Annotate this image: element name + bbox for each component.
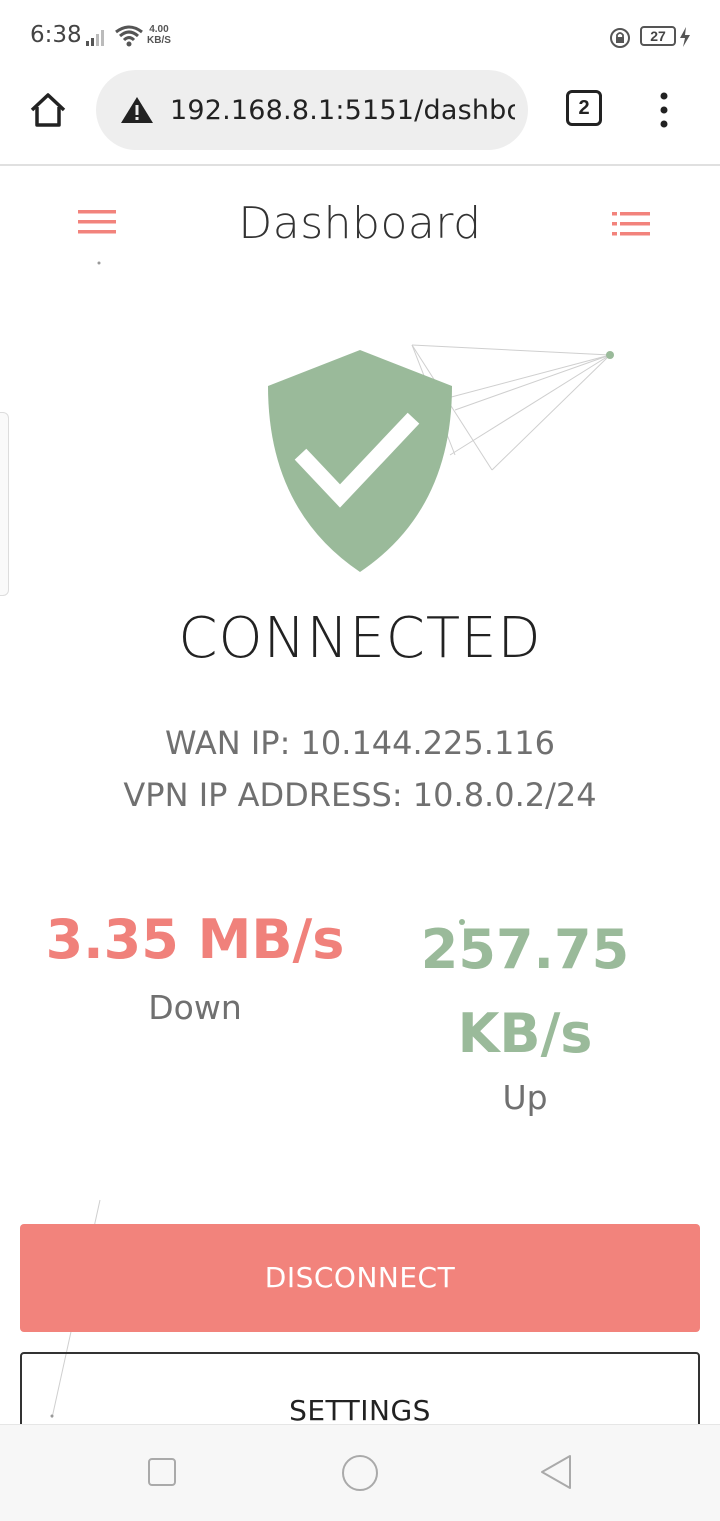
charging-icon [680,27,690,47]
recents-icon[interactable] [148,1458,176,1486]
network-speed-unit: KB/S [147,35,171,46]
status-bar: 6:38 4.00 KB/S 27 [0,0,720,72]
network-speed-value: 4.00 [149,24,169,35]
system-nav-bar [0,1424,720,1521]
side-handle[interactable] [0,412,9,596]
disconnect-button[interactable]: DISCONNECT [20,1224,700,1332]
upload-speed: 257.75 KB/s [420,918,630,1065]
more-vert-icon[interactable] [652,90,676,130]
home-icon[interactable] [28,90,68,130]
warning-icon[interactable] [120,96,154,124]
wan-ip: WAN IP: 10.144.225.116 [164,724,556,762]
list-icon[interactable] [612,212,650,236]
signal-icon [86,30,104,46]
url-text[interactable]: 192.168.8.1:5151/dashboard [170,95,515,126]
address-bar[interactable]: 192.168.8.1:5151/dashboard [96,70,528,150]
shield-check-icon [268,350,452,572]
home-circle-icon[interactable] [342,1455,378,1491]
connection-status: CONNECTED [178,606,542,671]
download-speed: 3.35 MB/s [45,908,345,971]
upload-label: Up [502,1078,548,1117]
wifi-icon [115,25,143,47]
network-speed: 4.00 KB/S [147,24,171,46]
battery-indicator: 27 [640,26,676,46]
browser-toolbar: 192.168.8.1:5151/dashboard 2 [0,70,720,166]
status-time: 6:38 [30,22,82,48]
download-label: Down [148,988,242,1027]
back-icon[interactable] [538,1453,574,1491]
tab-switcher-button[interactable]: 2 [566,90,602,126]
rotation-lock-icon [610,28,630,48]
vpn-ip-address: VPN IP ADDRESS: 10.8.0.2/24 [123,776,597,814]
